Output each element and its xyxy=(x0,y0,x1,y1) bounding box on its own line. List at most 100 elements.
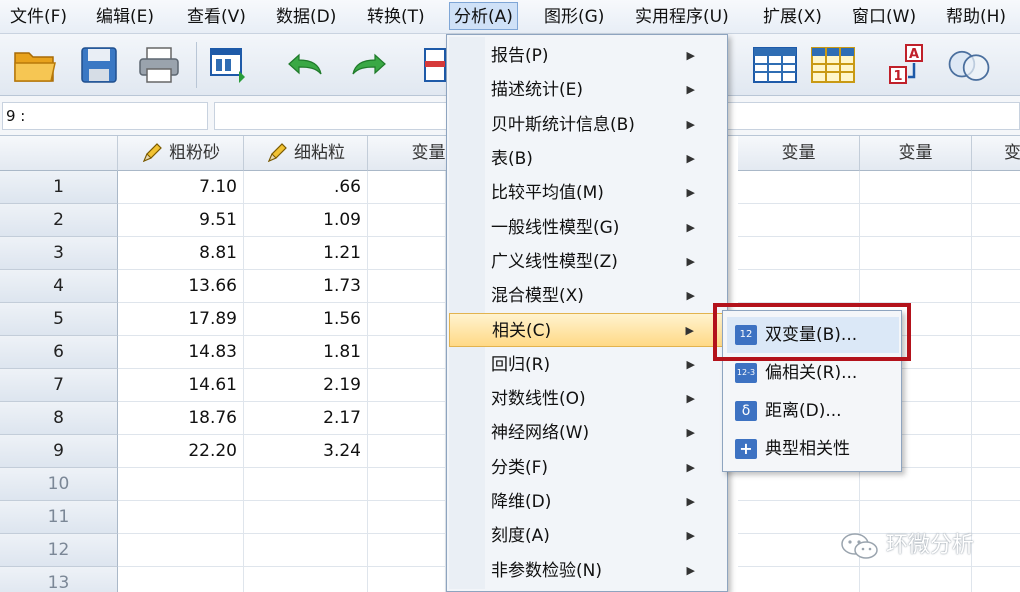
menu-file[interactable]: 文件(F) xyxy=(6,3,71,31)
split-file-button[interactable] xyxy=(752,42,798,88)
menu-data[interactable]: 数据(D) xyxy=(272,3,340,31)
analyze-menu-item[interactable]: 相关(C) ▶ xyxy=(449,313,725,348)
save-button[interactable] xyxy=(76,42,122,88)
row-header[interactable]: 12 xyxy=(0,534,118,567)
table-cell[interactable] xyxy=(860,468,972,501)
open-button[interactable] xyxy=(12,42,58,88)
table-cell[interactable] xyxy=(118,468,244,501)
table-cell[interactable]: 1.56 xyxy=(244,303,368,336)
analyze-menu-item[interactable]: 非参数检验(N) ▶ xyxy=(449,554,725,588)
print-button[interactable] xyxy=(136,42,182,88)
row-header[interactable]: 13 xyxy=(0,567,118,592)
table-cell[interactable] xyxy=(738,270,860,303)
table-cell[interactable] xyxy=(738,171,860,204)
table-cell[interactable] xyxy=(972,171,1020,204)
table-cell[interactable] xyxy=(860,237,972,270)
table-cell[interactable]: 17.89 xyxy=(118,303,244,336)
row-header[interactable]: 5 xyxy=(0,303,118,336)
table-cell[interactable] xyxy=(368,534,446,567)
menu-extensions[interactable]: 扩展(X) xyxy=(759,3,826,31)
table-cell[interactable] xyxy=(118,534,244,567)
table-cell[interactable]: 1.81 xyxy=(244,336,368,369)
row-header[interactable]: 3 xyxy=(0,237,118,270)
menu-view[interactable]: 查看(V) xyxy=(183,3,250,31)
table-cell[interactable]: 18.76 xyxy=(118,402,244,435)
table-cell[interactable] xyxy=(972,402,1020,435)
table-cell[interactable] xyxy=(738,468,860,501)
value-labels-button[interactable]: A 1 xyxy=(886,42,932,88)
analyze-menu-item[interactable]: 对数线性(O) ▶ xyxy=(449,382,725,416)
table-cell[interactable] xyxy=(368,501,446,534)
table-cell[interactable] xyxy=(368,402,446,435)
table-cell[interactable] xyxy=(368,369,446,402)
table-cell[interactable] xyxy=(368,303,446,336)
table-cell[interactable] xyxy=(972,369,1020,402)
table-cell[interactable] xyxy=(118,501,244,534)
table-cell[interactable] xyxy=(368,204,446,237)
grid-corner[interactable] xyxy=(0,136,118,171)
menu-graphs[interactable]: 图形(G) xyxy=(540,3,608,31)
analyze-menu-item[interactable]: 贝叶斯统计信息(B) ▶ xyxy=(449,108,725,142)
analyze-menu-item[interactable]: 比较平均值(M) ▶ xyxy=(449,176,725,210)
analyze-menu-item[interactable]: 分类(F) ▶ xyxy=(449,451,725,485)
analyze-menu-item[interactable]: 表(B) ▶ xyxy=(449,142,725,176)
table-cell[interactable]: 22.20 xyxy=(118,435,244,468)
table-cell[interactable] xyxy=(972,435,1020,468)
row-header[interactable]: 1 xyxy=(0,171,118,204)
table-cell[interactable] xyxy=(368,468,446,501)
row-header[interactable]: 4 xyxy=(0,270,118,303)
table-cell[interactable] xyxy=(860,204,972,237)
table-cell[interactable] xyxy=(738,567,860,592)
table-cell[interactable] xyxy=(118,567,244,592)
undo-button[interactable] xyxy=(282,42,328,88)
table-cell[interactable] xyxy=(244,501,368,534)
menu-help[interactable]: 帮助(H) xyxy=(942,3,1010,31)
row-header[interactable]: 10 xyxy=(0,468,118,501)
table-cell[interactable] xyxy=(972,534,1020,567)
menu-edit[interactable]: 编辑(E) xyxy=(92,3,158,31)
table-cell[interactable] xyxy=(972,567,1020,592)
analyze-menu-item[interactable]: 广义线性模型(Z) ▶ xyxy=(449,245,725,279)
table-cell[interactable] xyxy=(860,270,972,303)
table-cell[interactable]: .66 xyxy=(244,171,368,204)
table-cell[interactable]: 13.66 xyxy=(118,270,244,303)
table-cell[interactable]: 1.09 xyxy=(244,204,368,237)
redo-button[interactable] xyxy=(346,42,392,88)
submenu-item-distance[interactable]: δ 距离(D)... xyxy=(727,393,899,429)
table-cell[interactable] xyxy=(972,237,1020,270)
table-cell[interactable] xyxy=(972,303,1020,336)
table-cell[interactable]: 9.51 xyxy=(118,204,244,237)
analyze-menu-item[interactable]: 降维(D) ▶ xyxy=(449,485,725,519)
table-cell[interactable]: 1.21 xyxy=(244,237,368,270)
analyze-menu-item[interactable]: 报告(P) ▶ xyxy=(449,39,725,73)
table-cell[interactable] xyxy=(244,567,368,592)
table-cell[interactable]: 14.61 xyxy=(118,369,244,402)
table-cell[interactable] xyxy=(972,468,1020,501)
table-cell[interactable] xyxy=(860,567,972,592)
table-cell[interactable] xyxy=(368,237,446,270)
table-cell[interactable] xyxy=(972,501,1020,534)
row-header[interactable]: 7 xyxy=(0,369,118,402)
table-cell[interactable]: 8.81 xyxy=(118,237,244,270)
table-cell[interactable] xyxy=(860,171,972,204)
table-cell[interactable]: 14.83 xyxy=(118,336,244,369)
select-cases-button[interactable] xyxy=(810,42,856,88)
row-header[interactable]: 8 xyxy=(0,402,118,435)
menu-utilities[interactable]: 实用程序(U) xyxy=(631,3,733,31)
table-cell[interactable] xyxy=(368,270,446,303)
dialog-recall-button[interactable] xyxy=(206,42,252,88)
analyze-menu-item[interactable]: 一般线性模型(G) ▶ xyxy=(449,211,725,245)
menu-transform[interactable]: 转换(T) xyxy=(363,3,429,31)
row-header[interactable]: 11 xyxy=(0,501,118,534)
table-cell[interactable] xyxy=(738,237,860,270)
menu-window[interactable]: 窗口(W) xyxy=(848,3,920,31)
table-cell[interactable] xyxy=(244,534,368,567)
row-header[interactable]: 6 xyxy=(0,336,118,369)
analyze-menu-item[interactable]: 神经网络(W) ▶ xyxy=(449,416,725,450)
table-cell[interactable] xyxy=(244,468,368,501)
column-header[interactable]: 细粘粒 xyxy=(244,136,368,171)
column-header[interactable]: 变量 xyxy=(860,136,972,171)
table-cell[interactable]: 7.10 xyxy=(118,171,244,204)
row-header[interactable]: 2 xyxy=(0,204,118,237)
table-cell[interactable] xyxy=(368,336,446,369)
